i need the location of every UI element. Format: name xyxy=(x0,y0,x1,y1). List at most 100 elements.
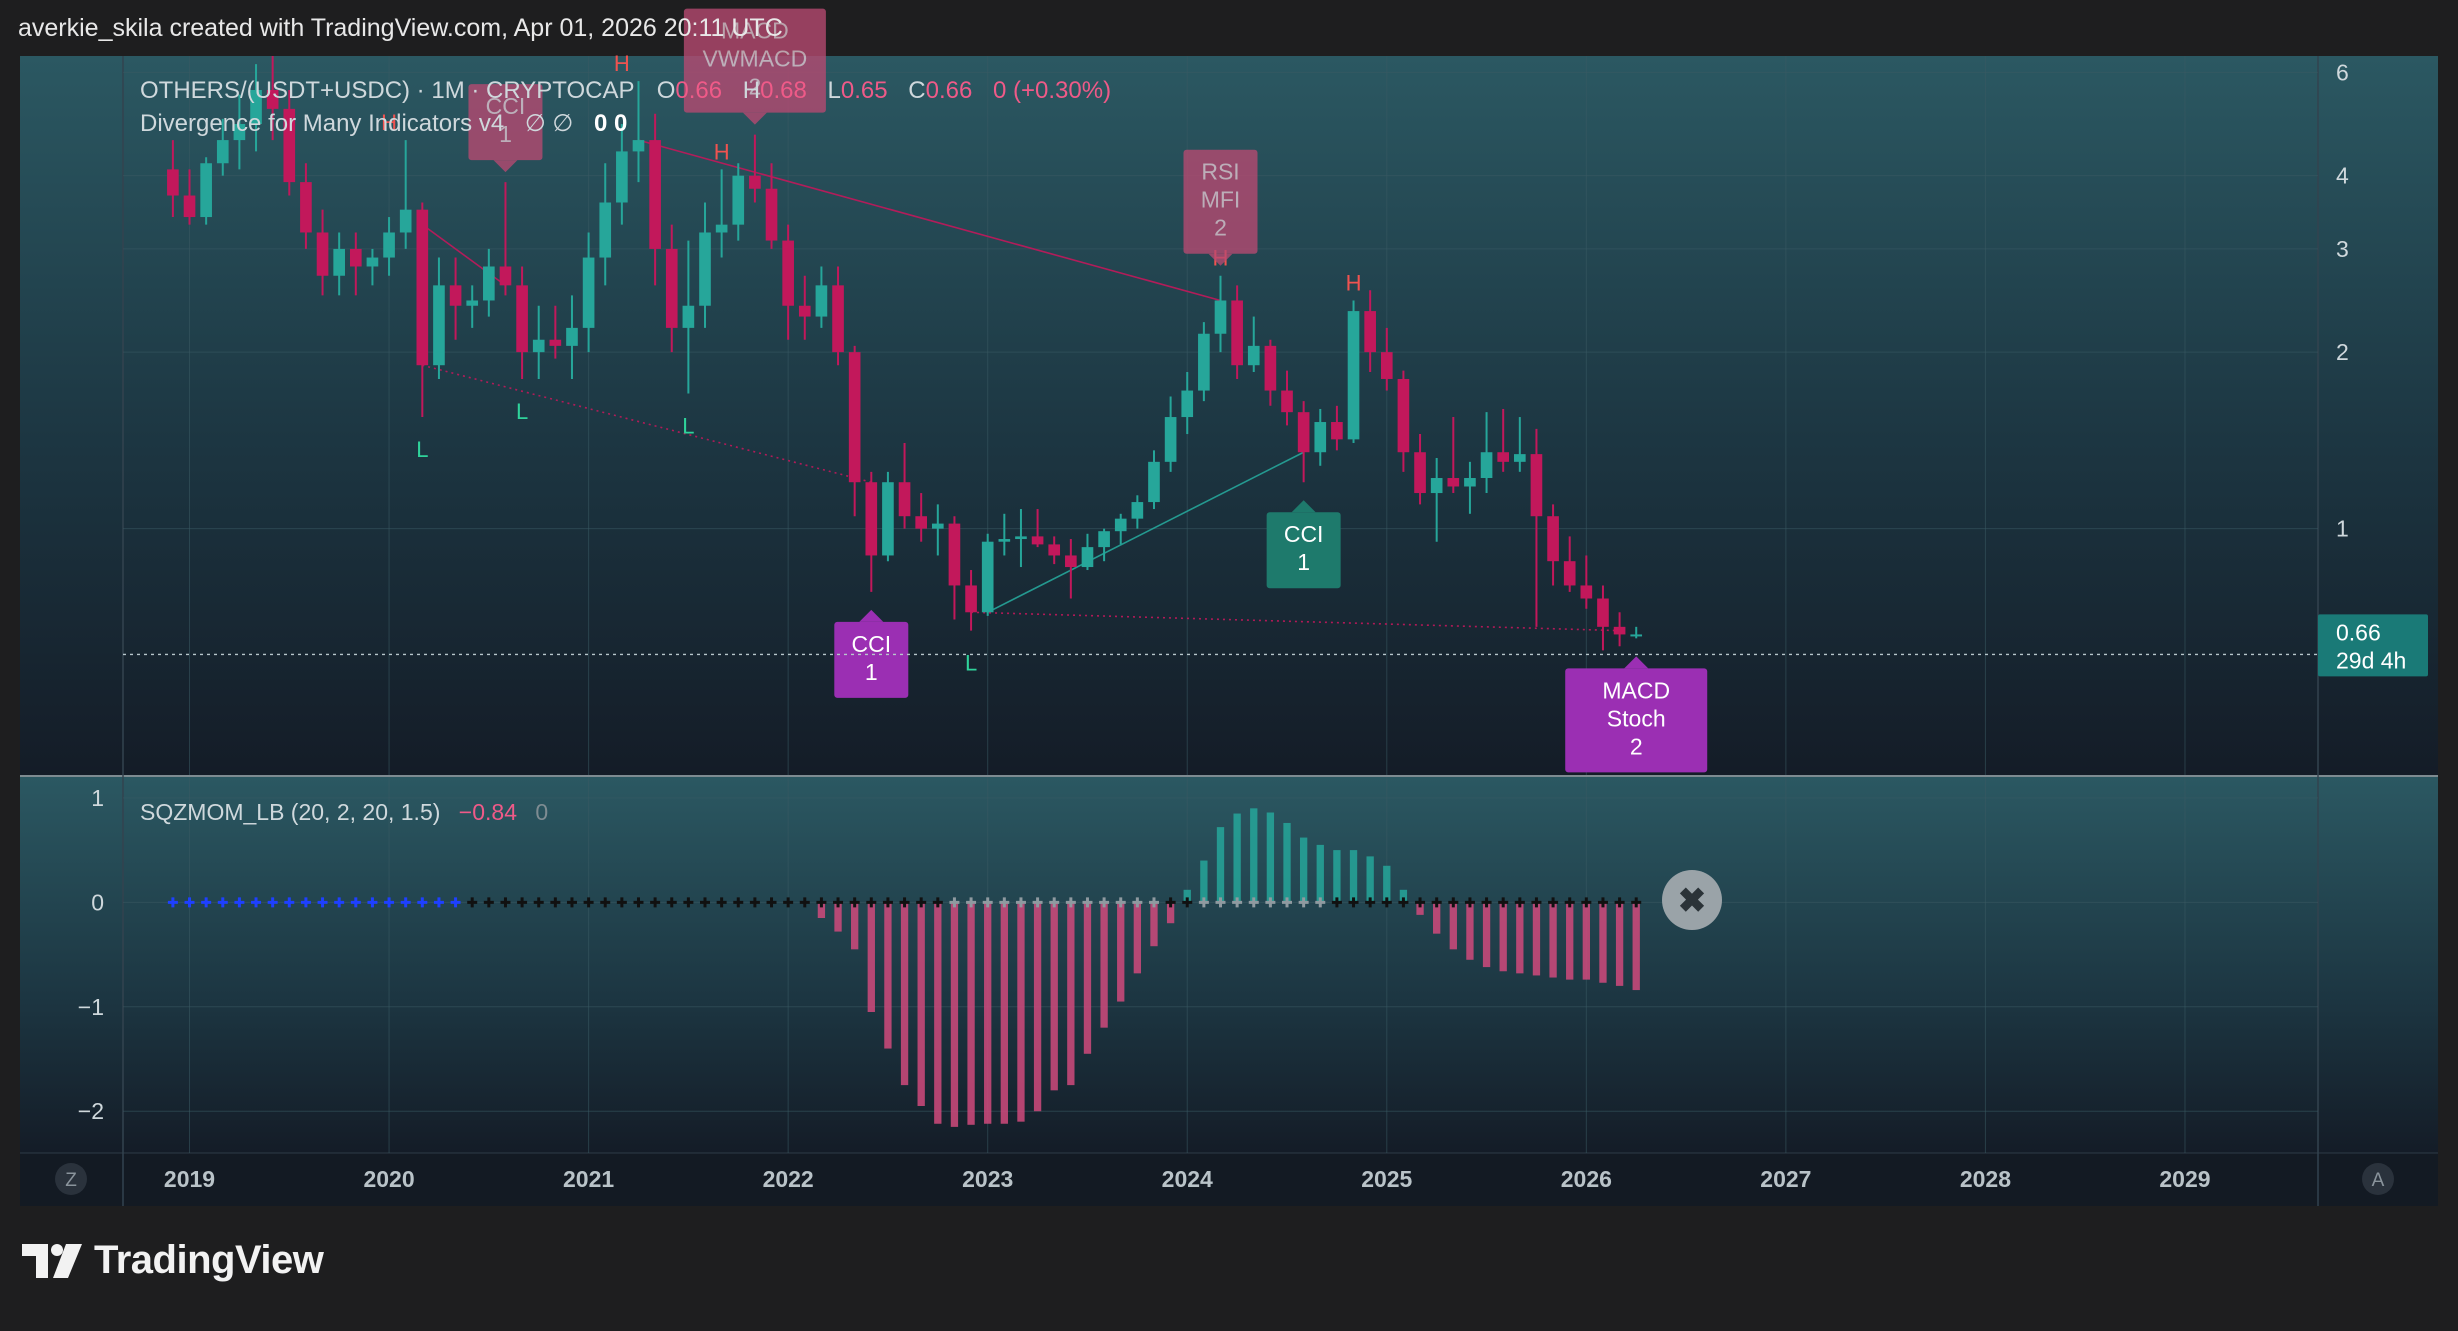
chart-stage: averkie_skila created with TradingView.c… xyxy=(0,0,2458,1326)
candle-body xyxy=(798,305,811,317)
momentum-bar xyxy=(867,902,875,1012)
price-tick-label: 4 xyxy=(2336,163,2349,189)
candle-body xyxy=(1380,352,1393,379)
momentum-bar xyxy=(1599,902,1607,983)
divergence-label-text: MFI xyxy=(1201,187,1241,213)
momentum-bar xyxy=(1482,902,1491,968)
momentum-bar xyxy=(1615,902,1624,986)
last-price-value: 0.66 xyxy=(2336,619,2381,645)
pivot-high-marker: H xyxy=(1346,270,1362,295)
log-scale-button[interactable]: Z xyxy=(55,1163,87,1195)
price-tick-label: 6 xyxy=(2336,59,2349,85)
oscillator-name: SQZMOM_LB (20, 2, 20, 1.5) xyxy=(140,799,440,825)
candle-body xyxy=(1513,454,1526,462)
legend-change: 0 (+0.30%) xyxy=(993,77,1111,104)
momentum-bar xyxy=(1582,902,1590,980)
candle-body xyxy=(316,232,329,276)
time-tick-label: 2024 xyxy=(1162,1166,1213,1192)
legend-close-value: 0.66 xyxy=(926,77,973,104)
candle-body xyxy=(1563,561,1576,586)
momentum-bar xyxy=(1316,844,1324,903)
candle-body xyxy=(1181,390,1194,418)
candle-body xyxy=(366,257,379,267)
tradingview-logo-icon xyxy=(22,1243,82,1278)
candle-body xyxy=(1497,452,1510,462)
log-scale-label: Z xyxy=(65,1170,77,1191)
legend-open-value: 0.66 xyxy=(675,77,722,104)
legend-high-label: H xyxy=(743,77,760,104)
candle-body xyxy=(749,175,761,189)
candle-body xyxy=(532,339,545,353)
momentum-bar xyxy=(1017,902,1025,1122)
candle-body xyxy=(665,248,678,328)
candle-body xyxy=(1464,478,1476,487)
candle-body xyxy=(1214,300,1227,334)
time-tick-label: 2023 xyxy=(962,1166,1013,1192)
candle-body xyxy=(649,140,661,249)
candle-body xyxy=(1065,555,1077,568)
momentum-bar xyxy=(950,902,959,1127)
momentum-bar xyxy=(1050,902,1058,1091)
candle-body xyxy=(1264,345,1277,391)
momentum-bar xyxy=(1100,902,1108,1028)
divergence-label: CCI1 xyxy=(1266,500,1341,589)
candle-body xyxy=(1198,333,1210,391)
candle-body xyxy=(1247,345,1260,366)
momentum-bar xyxy=(1216,827,1225,903)
price-tick-label: 1 xyxy=(2336,516,2349,542)
candle-body xyxy=(1580,585,1593,599)
oscillator-legend: SQZMOM_LB (20, 2, 20, 1.5) −0.84 0 xyxy=(140,799,548,825)
momentum-bar xyxy=(1083,902,1092,1054)
oscillator-tick-label: 1 xyxy=(91,785,104,811)
candle-body xyxy=(1131,502,1144,519)
candle-body xyxy=(1281,390,1293,413)
momentum-bar xyxy=(1233,813,1241,903)
candle-body xyxy=(399,209,412,233)
momentum-bar xyxy=(1067,902,1075,1086)
candle-body xyxy=(1530,454,1543,517)
remove-indicator-button[interactable]: ✖ xyxy=(1662,870,1722,930)
candle-body xyxy=(1164,417,1177,462)
indicator-icons: ∅ ∅ xyxy=(525,110,573,137)
momentum-bar xyxy=(1366,856,1374,903)
candle-body xyxy=(981,541,994,613)
momentum-bar xyxy=(1516,902,1524,974)
candle-body xyxy=(931,523,944,529)
momentum-bar xyxy=(1000,902,1008,1124)
candle-body xyxy=(1630,634,1643,637)
oscillator-value: −0.84 xyxy=(459,799,517,825)
bar-countdown: 29d 4h xyxy=(2336,647,2406,673)
candle-body xyxy=(1414,452,1426,494)
auto-scale-label: A xyxy=(2372,1170,2385,1191)
candle-body xyxy=(466,300,479,306)
tradingview-wordmark: TradingView xyxy=(94,1238,324,1282)
divergence-label: RSIMFI2 xyxy=(1183,149,1258,266)
indicator-values: 0 0 xyxy=(594,110,627,137)
auto-scale-button[interactable]: A xyxy=(2362,1163,2394,1195)
pivot-low-marker: L xyxy=(416,437,428,462)
candle-body xyxy=(200,163,212,218)
momentum-bar xyxy=(1200,860,1208,903)
divergence-label-text: CCI xyxy=(1284,521,1324,547)
time-tick-label: 2027 xyxy=(1760,1166,1811,1192)
momentum-bar xyxy=(1349,850,1358,903)
momentum-bar xyxy=(1532,902,1541,976)
momentum-bar xyxy=(1283,822,1291,903)
momentum-bar xyxy=(1549,902,1557,978)
candle-body xyxy=(1015,536,1027,540)
candle-body xyxy=(566,327,578,346)
momentum-bar xyxy=(1333,850,1341,903)
divergence-label: MACDStoch2 xyxy=(1565,656,1708,773)
time-tick-label: 2025 xyxy=(1361,1166,1412,1192)
candle-body xyxy=(682,305,695,328)
momentum-bar xyxy=(934,902,942,1124)
candle-body xyxy=(1048,544,1061,556)
momentum-bar xyxy=(1299,837,1308,903)
pivot-low-marker: L xyxy=(516,399,528,424)
candle-body xyxy=(865,482,878,556)
candle-body xyxy=(1547,516,1559,562)
last-price-tag: 0.66 29d 4h xyxy=(2318,614,2428,677)
candle-body xyxy=(998,539,1011,542)
time-tick-label: 2022 xyxy=(763,1166,814,1192)
oscillator-pane[interactable] xyxy=(20,777,2438,1153)
